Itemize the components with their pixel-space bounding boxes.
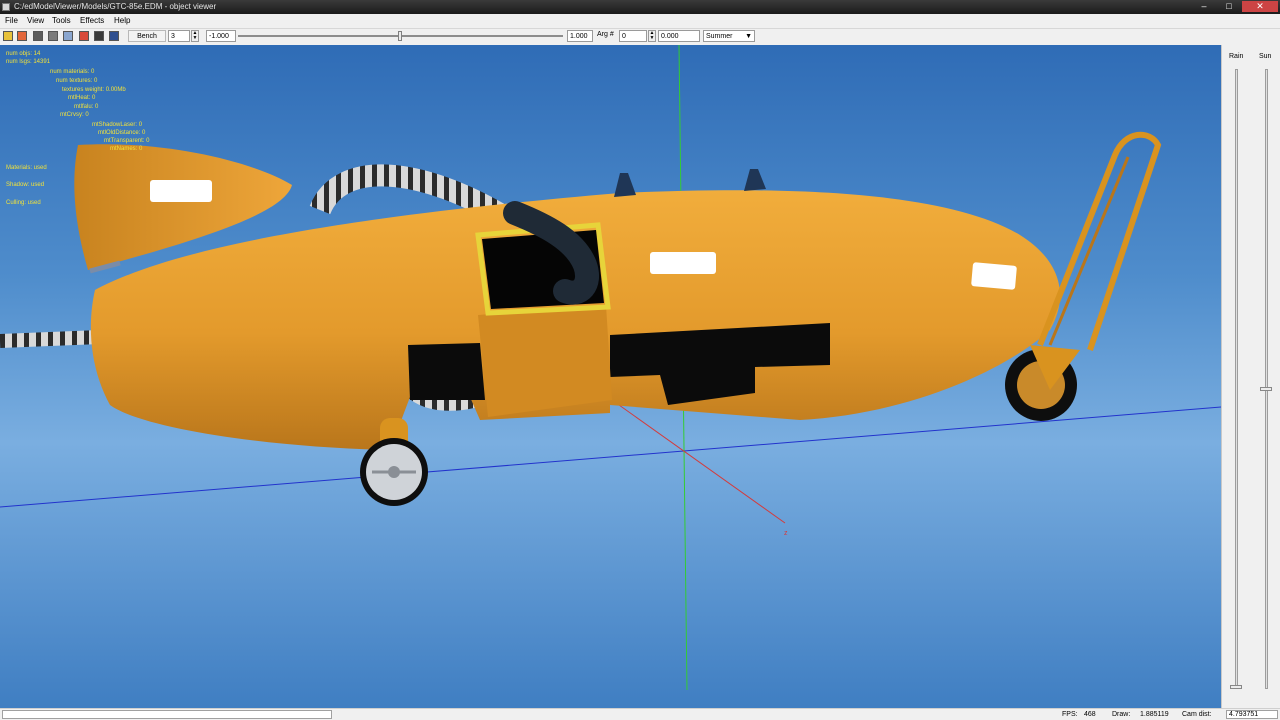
bench-value-field[interactable]: 3 <box>168 30 190 42</box>
stat-line: Shadow: used <box>6 182 45 188</box>
menu-view[interactable]: View <box>27 16 44 25</box>
max-value-field[interactable]: 1.000 <box>567 30 593 42</box>
arg-label: Arg # <box>597 31 614 38</box>
stat-line: mtCrvsy: 0 <box>60 112 89 118</box>
close-button[interactable]: ✕ <box>1242 1 1278 12</box>
fps-value: 468 <box>1084 711 1096 718</box>
menu-tools[interactable]: Tools <box>52 16 71 25</box>
stat-line: mtShadowLaser: 0 <box>92 122 143 128</box>
stat-line: num materials: 0 <box>50 69 95 75</box>
menu-help[interactable]: Help <box>114 16 130 25</box>
rain-label: Rain <box>1229 53 1244 60</box>
status-bar: FPS: 468 Draw: 1.885119 Cam dist: 4.7937… <box>0 708 1280 720</box>
body-label-plate-2 <box>971 262 1017 290</box>
tow-handle-inner <box>1048 156 1130 346</box>
sun-slider-track[interactable] <box>1265 69 1268 689</box>
stat-line: num lsgs: 14391 <box>6 59 51 65</box>
left-hose <box>0 330 101 348</box>
title-bar: C:/edModelViewer/Models/GTC-85e.EDM - ob… <box>0 0 1280 14</box>
stat-line: mtlfalu: 0 <box>74 104 99 110</box>
draw-value: 1.885119 <box>1140 711 1169 718</box>
menu-effects[interactable]: Effects <box>80 16 104 25</box>
spin-down-icon[interactable]: ▼ <box>649 36 655 41</box>
sun-label: Sun <box>1259 53 1272 60</box>
bench-button[interactable]: Bench <box>128 30 166 42</box>
window-title: C:/edModelViewer/Models/GTC-85e.EDM - ob… <box>14 2 217 11</box>
stat-line: num objs: 14 <box>6 51 41 57</box>
stat-line: mtTransparent: 0 <box>104 138 150 144</box>
cam-dist-label: Cam dist: <box>1182 711 1212 718</box>
chevron-down-icon[interactable]: ▼ <box>745 31 752 43</box>
z-axis-line <box>611 399 786 524</box>
cam-dist-value: 4.793751 <box>1226 710 1278 719</box>
grid-icon[interactable] <box>63 31 73 41</box>
minimize-button[interactable]: – <box>1192 1 1216 12</box>
draw-label: Draw: <box>1112 711 1131 718</box>
tow-handle <box>1037 131 1162 351</box>
status-message-field <box>2 710 332 719</box>
app-icon <box>2 3 10 11</box>
stat-line: Culling: used <box>6 200 41 206</box>
rain-slider-track[interactable] <box>1235 69 1238 689</box>
arg-spinner[interactable]: ▲ ▼ <box>648 30 656 42</box>
underside-opening-left <box>408 343 485 400</box>
stat-line: textures weight: 0.00Mb <box>62 87 126 93</box>
stats-overlay: num objs: 14 num lsgs: 14391 num materia… <box>0 45 200 215</box>
lifting-eye-2 <box>744 169 766 191</box>
sun-slider-thumb[interactable] <box>1260 387 1272 392</box>
stat-line: mtlHeat: 0 <box>68 95 96 101</box>
rain-slider-thumb[interactable] <box>1230 685 1242 689</box>
3d-viewport[interactable]: z num objs: 14 num lsgs: 14391 num mater… <box>0 45 1221 708</box>
bench-spinner[interactable]: ▲ ▼ <box>191 30 199 42</box>
screen-icon[interactable] <box>109 31 119 41</box>
camera-icon[interactable] <box>33 31 43 41</box>
export-icon[interactable] <box>94 31 104 41</box>
environment-panel: Rain Sun <box>1221 45 1280 708</box>
maximize-button[interactable]: □ <box>1217 1 1241 12</box>
figure-icon[interactable] <box>79 31 89 41</box>
toolbar: Bench 3 ▲ ▼ -1.000 1.000 Arg # 0 ▲ ▼ 0.0… <box>0 29 1280 46</box>
menu-file[interactable]: File <box>5 16 18 25</box>
lifting-eye-1 <box>614 173 636 197</box>
z-axis-label: z <box>784 530 788 537</box>
stat-line: mtNames: 0 <box>110 146 143 152</box>
camera-icon[interactable] <box>48 31 58 41</box>
arg-float-field[interactable]: 0.000 <box>658 30 700 42</box>
min-value-field[interactable]: -1.000 <box>206 30 236 42</box>
arg-slider-thumb[interactable] <box>398 31 402 41</box>
stat-line: num textures: 0 <box>56 78 98 84</box>
model-icon[interactable] <box>17 31 27 41</box>
spin-down-icon[interactable]: ▼ <box>192 36 198 41</box>
stat-line: Materials: used <box>6 165 47 171</box>
fps-label: FPS: <box>1062 711 1078 718</box>
season-value: Summer <box>706 33 733 40</box>
menu-bar: File View Tools Effects Help <box>0 14 1280 29</box>
arg-number-field[interactable]: 0 <box>619 30 647 42</box>
access-panel <box>478 305 612 417</box>
stat-line: mtlOldDistance: 0 <box>98 130 146 136</box>
season-select[interactable]: Summer ▼ <box>703 30 755 42</box>
body-label-plate-1 <box>650 252 716 274</box>
open-icon[interactable] <box>3 31 13 41</box>
